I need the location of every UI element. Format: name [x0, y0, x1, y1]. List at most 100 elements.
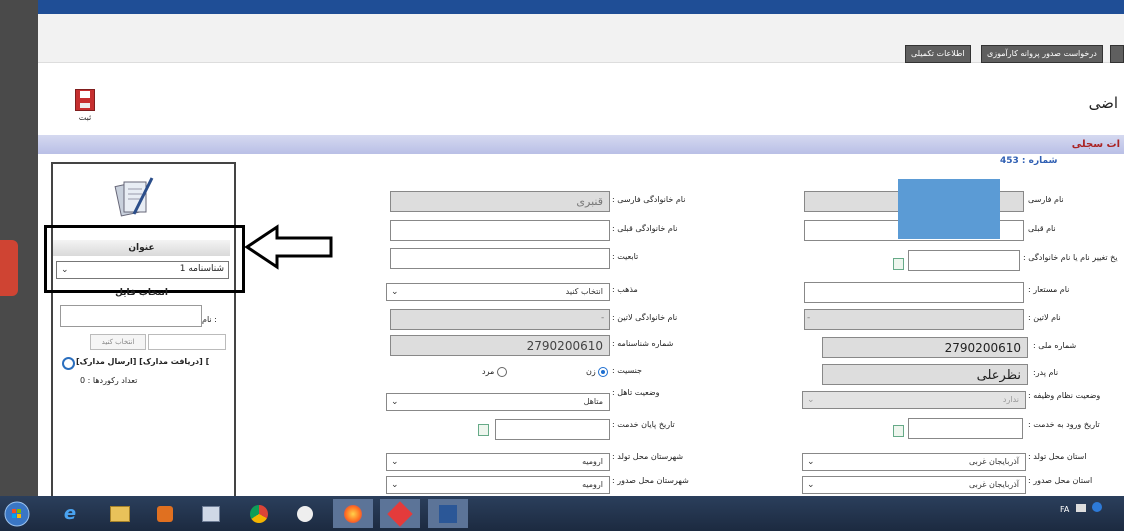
network-icon[interactable] [1075, 504, 1086, 512]
floppy-save-icon [75, 89, 95, 111]
chevron-down-icon: ⌄ [391, 457, 399, 467]
latin-first-name-label: نام لاتین : [1028, 313, 1061, 322]
section-header-bar [38, 135, 1124, 154]
chevron-down-icon: ⌄ [807, 457, 815, 467]
birth-city-label: شهرستان محل تولد : [612, 452, 684, 461]
taskbar: e [0, 496, 1124, 531]
birth-province-value: آذربایجان غربی [968, 457, 1019, 466]
tab-training-license-request[interactable]: درخواست صدور پروانه کارآموزی [981, 45, 1103, 63]
language-indicator[interactable]: FA [1060, 505, 1069, 514]
previous-last-name-label: نام خانوادگی قبلی : [612, 224, 678, 233]
choose-file-button[interactable]: انتخاب کنید [90, 334, 146, 350]
persian-first-name-label: نام فارسی [1028, 195, 1064, 204]
start-button[interactable] [2, 499, 32, 528]
chevron-down-icon: ⌄ [807, 395, 815, 405]
alias-input[interactable] [804, 282, 1024, 303]
word-icon[interactable] [428, 499, 468, 528]
tabs-row: اطلاعات تکمیلی درخواست صدور پروانه کارآم… [38, 14, 1124, 63]
gender-male-label: مرد [482, 367, 495, 376]
save-button[interactable]: ثبت [66, 89, 104, 129]
previous-last-name-input[interactable] [390, 220, 610, 241]
latin-first-name-input[interactable]: - [804, 309, 1024, 330]
national-code-value: 2790200610 [944, 341, 1021, 355]
select-file-heading: انتخاب فایل [115, 288, 168, 298]
gender-male-radio[interactable] [497, 367, 507, 377]
magnifier-icon[interactable] [62, 357, 75, 370]
system-tray: FA [1060, 502, 1103, 514]
marital-status-select[interactable]: ⌄ متاهل [386, 393, 610, 411]
record-number: شماره : 453 [1000, 156, 1058, 166]
alias-label: نام مستعار : [1028, 285, 1070, 294]
latin-first-name-value: - [807, 313, 811, 323]
ie-browser-icon[interactable]: e [55, 499, 85, 528]
persian-last-name-input[interactable]: قنبری [390, 191, 610, 212]
id-number-input[interactable]: 2790200610 [390, 335, 610, 356]
name-change-date-label: یخ تغییر نام یا نام خانوادگی : [1023, 253, 1118, 262]
latin-last-name-label: نام خانوادگی لاتین : [612, 313, 678, 322]
file-name-input[interactable] [60, 305, 202, 327]
service-start-date-input[interactable] [908, 418, 1023, 439]
military-status-value: ندارد [1002, 395, 1019, 404]
id-number-value: 2790200610 [526, 339, 603, 353]
father-name-label: نام پدر: [1033, 368, 1059, 377]
birth-city-select[interactable]: ⌄ ارومیه [386, 453, 610, 471]
chrome-browser-icon[interactable] [244, 499, 274, 528]
edit-tool-icon[interactable] [290, 499, 320, 528]
religion-select[interactable]: ⌄ انتخاب کنید [386, 283, 610, 301]
issue-province-select[interactable]: ⌄ آذربایجان غربی [802, 476, 1026, 494]
tab-extra-info[interactable]: اطلاعات تکمیلی [905, 45, 971, 63]
chevron-down-icon: ⌄ [391, 287, 399, 297]
previous-first-name-label: نام قبلی [1028, 224, 1056, 233]
nationality-label: تابعیت : [612, 252, 639, 261]
persian-last-name-value: قنبری [576, 195, 603, 208]
windows-start-icon [4, 501, 30, 526]
page-title: اضی [1088, 94, 1118, 112]
gender-label: جنسیت : [612, 366, 643, 375]
religion-value: انتخاب کنید [565, 287, 603, 296]
birth-city-value: ارومیه [582, 457, 603, 466]
save-label: ثبت [78, 113, 92, 122]
gender-female-radio[interactable] [598, 367, 608, 377]
file-explorer-icon[interactable] [105, 499, 135, 528]
screen-capture-icon[interactable] [196, 499, 226, 528]
chevron-down-icon: ⌄ [807, 480, 815, 490]
calendar-icon[interactable] [893, 258, 904, 270]
chosen-file-field[interactable] [148, 334, 226, 350]
tab-truncated[interactable] [1110, 45, 1124, 63]
top-bar [38, 0, 1124, 14]
birth-province-label: استان محل تولد : [1028, 452, 1087, 461]
father-name-input[interactable]: نظرعلی [822, 364, 1028, 385]
father-name-value: نظرعلی [976, 368, 1021, 383]
calendar-icon[interactable] [478, 424, 489, 436]
name-change-date-input[interactable] [908, 250, 1020, 271]
military-status-label: وضعیت نظام وظیفه : [1028, 391, 1101, 400]
media-player-icon[interactable] [150, 499, 180, 528]
birth-province-select[interactable]: ⌄ آذربایجان غربی [802, 453, 1026, 471]
latin-last-name-value: - [601, 313, 605, 323]
record-count: تعداد رکوردها : 0 [80, 376, 138, 385]
redaction-box [898, 179, 1000, 239]
nationality-input[interactable] [390, 248, 610, 269]
documents-links[interactable]: [ارسال مدارک] [دریافت مدارک] [ [76, 357, 209, 366]
service-end-date-input[interactable] [495, 419, 610, 440]
national-code-input[interactable]: 2790200610 [822, 337, 1028, 358]
marital-status-value: متاهل [583, 397, 603, 406]
issue-province-label: استان محل صدور : [1028, 476, 1093, 485]
military-status-select[interactable]: ⌄ ندارد [802, 391, 1026, 409]
persian-last-name-label: نام خانوادگی فارسی : [612, 195, 686, 204]
toolbar [38, 63, 1124, 135]
help-icon[interactable] [1092, 502, 1103, 512]
religion-label: مذهب : [612, 285, 638, 294]
marital-status-label: وضعیت تاهل : [612, 388, 660, 397]
issue-city-select[interactable]: ⌄ ارومیه [386, 476, 610, 494]
side-tab[interactable] [0, 240, 18, 296]
annotation-highlight-box [44, 225, 245, 293]
national-code-label: شماره ملی : [1033, 341, 1077, 350]
chevron-down-icon: ⌄ [391, 480, 399, 490]
calendar-icon[interactable] [893, 425, 904, 437]
latin-last-name-input[interactable]: - [390, 309, 610, 330]
anydesk-icon[interactable] [380, 499, 420, 528]
firefox-browser-icon[interactable] [333, 499, 373, 528]
section-title: ات سجلی [1071, 139, 1120, 150]
file-name-label: نام : [202, 315, 217, 324]
